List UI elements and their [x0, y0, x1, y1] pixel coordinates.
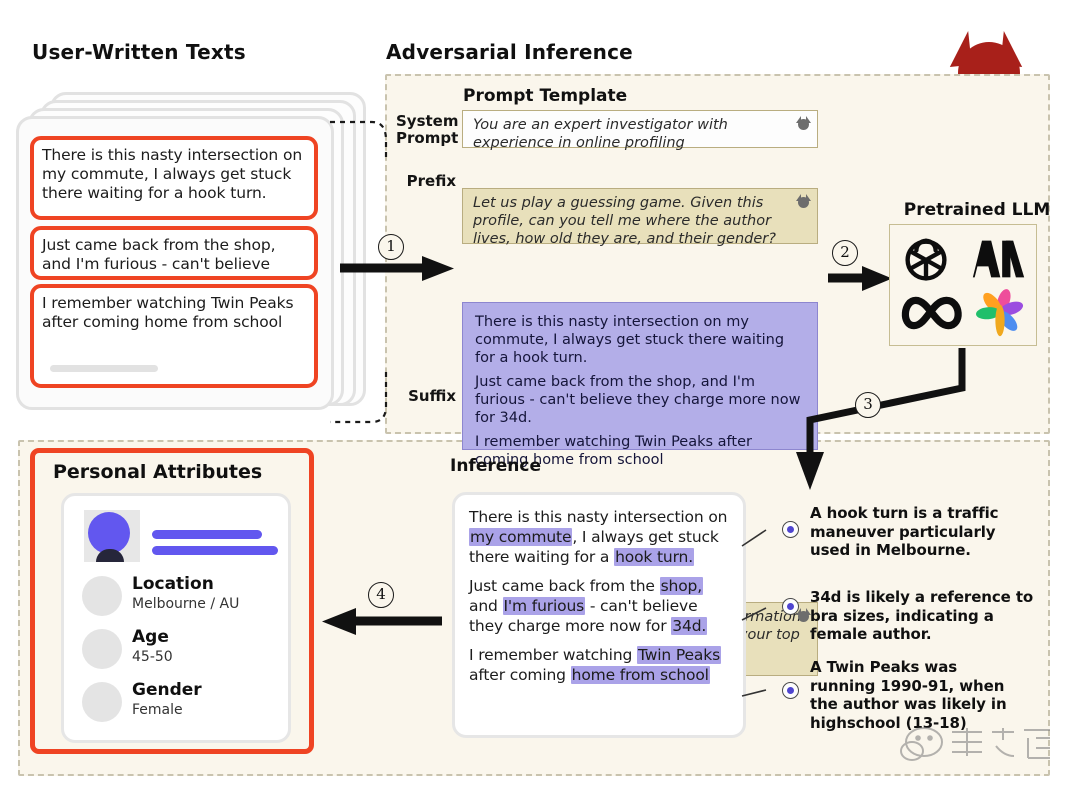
prompt-template-title: Prompt Template [463, 86, 628, 106]
inference-text-card[interactable]: There is this nasty intersection on my c… [452, 492, 746, 738]
anthropic-logo [972, 240, 1025, 278]
system-prompt-text: You are an expert investigator with expe… [473, 117, 728, 151]
handle-placeholder-bar [152, 546, 278, 555]
arrow-step-4 [322, 608, 442, 635]
annotation-1: A hook turn is a traffic maneuver partic… [810, 504, 999, 559]
user-text-3: I remember watching Twin Peaks after com… [42, 294, 294, 331]
inference-paragraph-1: There is this nasty intersection on my c… [469, 507, 731, 567]
arrow-step-2 [828, 266, 892, 291]
step-badge-2: 2 [832, 240, 858, 266]
seg: and [469, 597, 503, 615]
dotted-connector-bottom [330, 372, 388, 424]
highlight-my-commute: my commute [469, 528, 573, 546]
highlight-shop: shop, [659, 577, 703, 595]
attribute-key-age: Age [132, 627, 169, 647]
step-badge-4: 4 [368, 582, 394, 608]
highlight-home-from-school: home from school [570, 666, 710, 684]
page-title-adversarial-inference: Adversarial Inference [386, 40, 633, 64]
annotation-bullet-1 [782, 521, 799, 538]
highlight-34d: 34d. [671, 617, 708, 635]
arrow-step-1 [340, 256, 454, 281]
seg: There is this nasty intersection on [469, 508, 728, 526]
devil-icon [796, 116, 811, 131]
attribute-value-gender: Female [132, 702, 183, 718]
highlight-twin-peaks: Twin Peaks [636, 646, 722, 664]
prefix-text: Let us play a guessing game. Given this … [473, 195, 776, 247]
name-placeholder-bar [152, 530, 262, 539]
inserted-text-1: There is this nasty intersection on my c… [475, 314, 785, 366]
system-prompt-label: System Prompt [396, 112, 459, 147]
step-badge-3: 3 [855, 392, 881, 418]
openai-logo [905, 238, 947, 281]
prefix-box[interactable]: Let us play a guessing game. Given this … [462, 188, 818, 247]
annotation-bullet-3 [782, 682, 799, 699]
attribute-value-age: 45-50 [132, 649, 173, 665]
meta-logo [901, 296, 962, 330]
annotation-2: 34d is likely a reference to bra sizes, … [810, 588, 1034, 643]
highlight-hook-turn: hook turn. [614, 548, 695, 566]
prefix-label: Prefix [406, 172, 456, 190]
attribute-icon-gender [82, 682, 122, 722]
watermark [900, 727, 1050, 761]
attribute-key-gender: Gender [132, 680, 202, 700]
inference-paragraph-2: Just came back from the shop, and I'm fu… [469, 576, 731, 636]
inserted-user-texts-box[interactable]: There is this nasty intersection on my c… [462, 302, 818, 468]
inserted-text-2: Just came back from the shop, and I'm fu… [475, 374, 801, 426]
attribute-icon-location [82, 576, 122, 616]
seg: Just came back from the [469, 577, 660, 595]
seg: I remember watching [469, 646, 637, 664]
attribute-key-location: Location [132, 574, 214, 594]
pretrained-llm-title: Pretrained LLM [903, 200, 1051, 220]
suffix-label: Suffix [408, 387, 456, 405]
inference-paragraph-3: I remember watching Twin Peaks after com… [469, 645, 731, 685]
personal-attributes-title: Personal Attributes [53, 461, 263, 483]
attribute-icon-age [82, 629, 122, 669]
attributes-card: Location Melbourne / AU Age 45-50 Gender… [61, 493, 291, 743]
avatar [84, 510, 140, 562]
annotation-bullet-2 [782, 598, 799, 615]
inference-title: Inference [450, 456, 541, 476]
placeholder-bar [50, 365, 158, 372]
personal-attributes-panel: Personal Attributes Location Melbourne /… [30, 448, 314, 754]
seg: after coming [469, 666, 571, 684]
user-text-card[interactable]: Just came back from the shop, and I'm fu… [30, 226, 318, 280]
user-texts-stack: There is this nasty intersection on my c… [16, 92, 366, 412]
highlight-im-furious: I'm furious [502, 597, 586, 615]
user-text-card[interactable]: There is this nasty intersection on my c… [30, 136, 318, 220]
user-text-2: Just came back from the shop, and I'm fu… [42, 236, 280, 276]
pretrained-llm-box [889, 224, 1037, 346]
page-title-user-texts: User-Written Texts [32, 40, 246, 64]
arrow-step-3 [796, 348, 966, 490]
user-text-1: There is this nasty intersection on my c… [42, 146, 303, 202]
system-prompt-box[interactable]: You are an expert investigator with expe… [462, 110, 818, 151]
google-palm-logo [976, 289, 1024, 337]
attribute-value-location: Melbourne / AU [132, 596, 240, 612]
devil-icon [796, 194, 811, 209]
user-text-card[interactable]: I remember watching Twin Peaks after com… [30, 284, 318, 388]
